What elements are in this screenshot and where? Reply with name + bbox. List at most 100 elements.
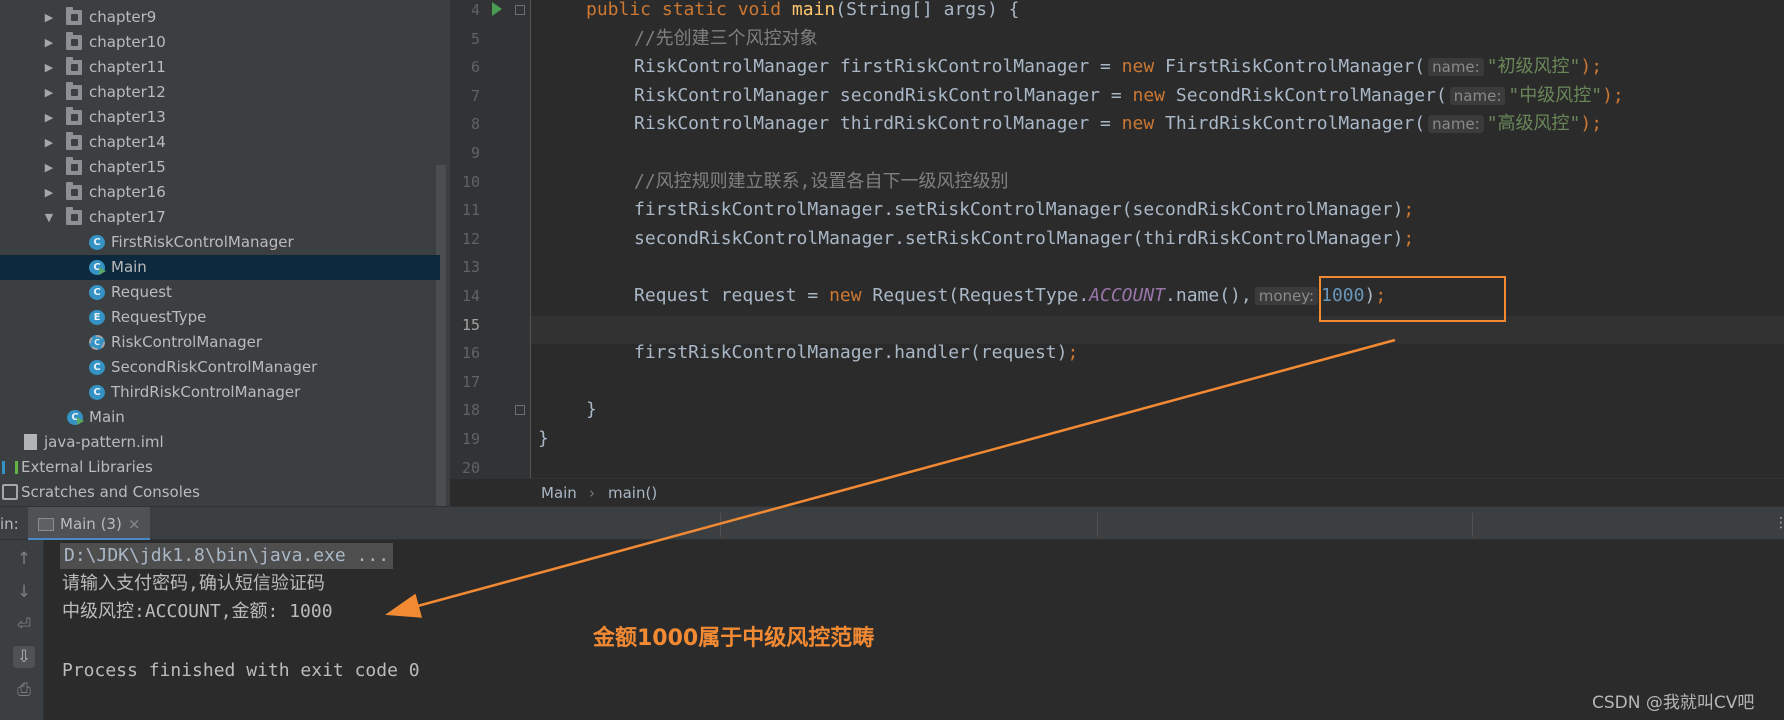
tree-item-riskcontrolmanager[interactable]: C RiskControlManager [0, 330, 440, 355]
folder-icon [66, 207, 82, 225]
tree-item-main-selected[interactable]: C Main [0, 255, 440, 280]
code-string: "中级风控" [1508, 84, 1603, 106]
code-text: ; [1403, 227, 1415, 249]
tree-item-scratches[interactable]: Scratches and Consoles [0, 480, 440, 505]
tree-item-secondriskcontrolmanager[interactable]: C SecondRiskControlManager [0, 355, 440, 380]
tree-item-chapter9[interactable]: ▶ chapter9 [0, 5, 440, 30]
tree-item-label: RiskControlManager [111, 333, 263, 351]
class-icon: C [89, 235, 105, 250]
scroll-down-icon[interactable]: ↓ [13, 581, 35, 603]
console-command-line[interactable]: D:\JDK\jdk1.8\bin\java.exe ... [60, 543, 394, 569]
tree-item-label: java-pattern.iml [44, 433, 164, 451]
scroll-to-end-icon[interactable]: ⇩ [13, 646, 35, 668]
tree-item-label: chapter11 [89, 58, 166, 76]
tree-item-requesttype[interactable]: E RequestType [0, 305, 440, 330]
code-line-14[interactable]: Request request = new Request(RequestTyp… [450, 282, 1784, 311]
code-keyword: new [829, 285, 862, 306]
class-icon: C [89, 285, 105, 300]
code-text: RiskControlManager thirdRiskControlManag… [634, 113, 1122, 135]
code-keyword: new [1132, 84, 1166, 106]
expand-arrow-icon[interactable]: ▶ [42, 105, 56, 130]
code-line-16[interactable]: firstRiskControlManager.handler(request)… [450, 339, 1784, 368]
code-text: RiskControlManager secondRiskControlMana… [634, 84, 1133, 106]
tree-item-request[interactable]: C Request [0, 280, 440, 305]
tree-item-chapter17[interactable]: ▼ chapter17 [0, 205, 440, 230]
code-text: Request request = [634, 285, 830, 306]
tree-item-firstriskcontrolmanager[interactable]: C FirstRiskControlManager [0, 230, 440, 255]
tree-item-chapter15[interactable]: ▶ chapter15 [0, 155, 440, 180]
project-tree-panel: ▶ chapter9 ▶ chapter10 ▶ chapter11 ▶ cha… [0, 0, 450, 506]
tree-item-label: chapter12 [89, 83, 166, 101]
code-editor[interactable]: 4 5 6 7 8 9 10 11 12 13 14 15 16 17 18 1… [450, 0, 1784, 478]
expand-arrow-icon[interactable]: ▶ [42, 30, 56, 55]
code-line-6[interactable]: RiskControlManager firstRiskControlManag… [450, 53, 1784, 82]
code-line-11[interactable]: firstRiskControlManager.setRiskControlMa… [450, 196, 1784, 225]
expand-arrow-icon[interactable]: ▶ [42, 80, 56, 105]
run-label: in: [0, 515, 19, 533]
parameter-hint: name: [1428, 58, 1484, 77]
collapse-arrow-icon[interactable]: ▼ [42, 205, 56, 230]
tree-item-chapter10[interactable]: ▶ chapter10 [0, 30, 440, 55]
tree-item-label: Main [89, 408, 125, 426]
divider [1097, 513, 1098, 537]
expand-arrow-icon[interactable]: ▶ [42, 5, 56, 30]
code-text: ; [1067, 342, 1079, 364]
scroll-up-icon[interactable]: ↑ [13, 548, 35, 570]
code-text: FirstRiskControlManager( [1154, 56, 1426, 78]
tree-item-chapter12[interactable]: ▶ chapter12 [0, 80, 440, 105]
breadcrumb-method[interactable]: main() [608, 479, 657, 507]
tree-item-chapter16[interactable]: ▶ chapter16 [0, 180, 440, 205]
tree-item-label: chapter13 [89, 108, 166, 126]
code-text: firstRiskControlManager.setRiskControlMa… [634, 199, 1404, 221]
settings-gear-icon[interactable]: ⋮ [1774, 515, 1784, 531]
tree-item-chapter11[interactable]: ▶ chapter11 [0, 55, 440, 80]
libraries-icon [2, 461, 18, 474]
expand-arrow-icon[interactable]: ▶ [42, 180, 56, 205]
tree-item-chapter13[interactable]: ▶ chapter13 [0, 105, 440, 130]
code-line-4[interactable]: public static void main(String[] args) { [450, 0, 1784, 25]
tree-item-thirdriskcontrolmanager[interactable]: C ThirdRiskControlManager [0, 380, 440, 405]
tree-item-label: chapter14 [89, 133, 166, 151]
expand-arrow-icon[interactable]: ▶ [42, 130, 56, 155]
code-text: secondRiskControlManager.setRiskControlM… [634, 227, 1404, 249]
code-line-5[interactable]: //先创建三个风控对象 [450, 25, 1784, 54]
tree-item-main[interactable]: C Main [0, 405, 440, 430]
annotation-highlight-box [1319, 276, 1506, 322]
folder-icon [66, 132, 82, 150]
code-line-7[interactable]: RiskControlManager secondRiskControlMana… [450, 82, 1784, 111]
console-output[interactable]: D:\JDK\jdk1.8\bin\java.exe ... 请输入支付密码,确… [44, 540, 1784, 720]
folder-icon [66, 107, 82, 125]
run-tab-main[interactable]: Main (3) × [28, 507, 151, 541]
run-tab-label: Main (3) [60, 515, 122, 533]
code-text: ); [1580, 56, 1603, 78]
tree-item-label: Scratches and Consoles [21, 483, 200, 501]
scratches-icon [2, 484, 18, 500]
tree-item-label: Main [111, 258, 147, 276]
tree-item-label: chapter17 [89, 208, 166, 226]
tree-item-external-libraries[interactable]: External Libraries [0, 455, 440, 480]
close-icon[interactable]: × [128, 515, 141, 533]
code-string: "高级风控" [1486, 113, 1581, 135]
soft-wrap-icon[interactable]: ⏎ [13, 614, 35, 636]
code-line-12[interactable]: secondRiskControlManager.setRiskControlM… [450, 225, 1784, 254]
chevron-right-icon: › [589, 484, 595, 502]
code-line-10[interactable]: //风控规则建立联系,设置各自下一级风控级别 [450, 168, 1784, 197]
code-line-19[interactable]: } [450, 425, 1784, 454]
abstract-class-icon: C [89, 335, 105, 350]
code-text: (String[] args) { [835, 0, 1020, 20]
code-line-8[interactable]: RiskControlManager thirdRiskControlManag… [450, 110, 1784, 139]
main-class-icon: C [67, 410, 84, 425]
code-text: } [586, 399, 597, 421]
tree-item-label: SecondRiskControlManager [111, 358, 318, 376]
class-icon: C [89, 385, 105, 400]
tree-item-chapter14[interactable]: ▶ chapter14 [0, 130, 440, 155]
tree-item-java-pattern-iml[interactable]: java-pattern.iml [0, 430, 440, 455]
folder-icon [66, 182, 82, 200]
code-method-name: main [791, 0, 836, 20]
print-icon[interactable]: ⎙ [13, 679, 35, 701]
breadcrumb-class[interactable]: Main [541, 479, 577, 507]
expand-arrow-icon[interactable]: ▶ [42, 55, 56, 80]
code-line-18[interactable]: } [450, 396, 1784, 425]
console-output-line: 中级风控:ACCOUNT,金额: 1000 [62, 601, 333, 622]
expand-arrow-icon[interactable]: ▶ [42, 155, 56, 180]
